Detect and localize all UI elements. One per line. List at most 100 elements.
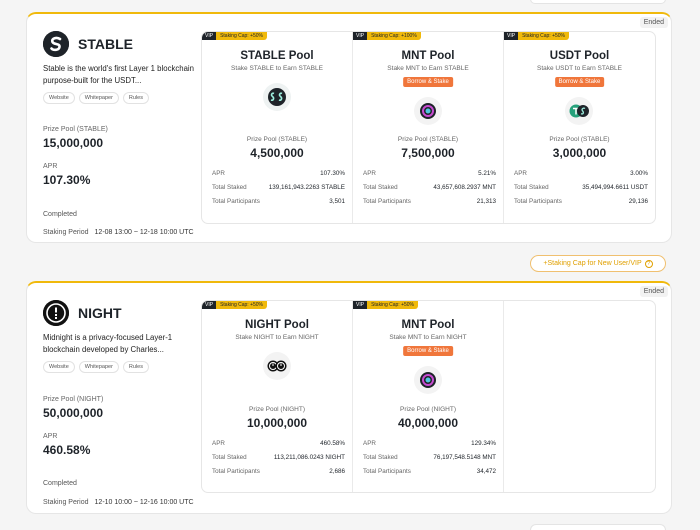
apr-value: 460.58%	[320, 440, 345, 447]
pool-subtitle: Stake MNT to Earn STABLE	[387, 65, 469, 72]
usdt-token-icon	[565, 97, 593, 125]
project-info: STABLE Stable is the world's first Layer…	[43, 30, 208, 236]
pool-title: USDT Pool	[549, 50, 610, 62]
pool-subtitle: Stake NIGHT to Earn NIGHT	[235, 334, 319, 341]
vip-badge: VIP	[504, 32, 519, 40]
apr-value: 460.58%	[43, 443, 91, 457]
prize-pool-label: Prize Pool (NIGHT)	[43, 396, 104, 403]
pool-prize-label: Prize Pool (STABLE)	[397, 136, 459, 143]
whitepaper-link[interactable]: Whitepaper	[78, 92, 119, 104]
pool-staked-row: Total Staked 139,161,943.2263 STABLE	[212, 184, 345, 191]
pool-subtitle: Stake USDT to Earn STABLE	[536, 65, 623, 72]
participants-label: Total Participants	[212, 198, 260, 205]
participants-value: 21,313	[476, 198, 496, 205]
pool-card-mnt[interactable]: VIP Staking Cap: +50% MNT Pool Stake MNT …	[353, 301, 504, 492]
staking-period-value: 12-08 13:00 ~ 12-18 10:00 UTC	[94, 229, 194, 236]
project-card-stable: Ended STABLE Stable is the world's first…	[26, 12, 672, 243]
pools-container: VIP Staking Cap: +50% NIGHT Pool Stake NI…	[201, 300, 656, 493]
website-link[interactable]: Website	[43, 92, 75, 104]
status-badge: Ended	[639, 286, 668, 297]
pool-prize-label: Prize Pool (NIGHT)	[400, 406, 456, 413]
pool-title: MNT Pool	[401, 50, 455, 62]
pool-staked-row: Total Staked 43,657,608.2937 MNT	[363, 184, 496, 191]
whitepaper-link[interactable]: Whitepaper	[78, 361, 119, 373]
total-staked-label: Total Staked	[363, 454, 398, 461]
pool-prize-value: 3,000,000	[552, 146, 607, 160]
pool-participants-row: Total Participants 34,472	[363, 468, 496, 475]
pool-prize-label: Prize Pool (STABLE)	[549, 136, 610, 143]
pool-prize-value: 7,500,000	[401, 146, 455, 160]
apr-value: 107.30%	[320, 170, 345, 177]
apr-value: 107.30%	[43, 173, 91, 187]
pool-apr-row: APR 5.21%	[363, 170, 496, 177]
night-logo-icon	[43, 300, 69, 326]
apr-label: APR	[212, 170, 225, 177]
pool-apr-row: APR 107.30%	[212, 170, 345, 177]
staking-period: Staking Period 12-08 13:00 ~ 12-18 10:00 …	[43, 229, 194, 236]
pool-participants-row: Total Participants 21,313	[363, 198, 496, 205]
pool-participants-row: Total Participants 2,686	[212, 468, 345, 475]
staking-period-label: Staking Period	[43, 229, 89, 236]
pool-prize-value: 4,500,000	[250, 146, 304, 160]
pool-card-night[interactable]: VIP Staking Cap: +50% NIGHT Pool Stake NI…	[202, 301, 353, 492]
total-staked-label: Total Staked	[212, 454, 247, 461]
pool-card-stable[interactable]: VIP Staking Cap: +50% STABLE Pool Stake S…	[202, 32, 353, 223]
completed-status: Completed	[43, 480, 77, 487]
staking-cap-badge: Staking Cap: +50%	[216, 32, 268, 40]
next-card-edge	[530, 524, 666, 530]
borrow-stake-button[interactable]: Borrow & Stake	[403, 346, 453, 356]
pool-apr-row: APR 129.34%	[363, 440, 496, 447]
pool-prize-label: Prize Pool (STABLE)	[246, 136, 308, 143]
rules-link[interactable]: Rules	[122, 361, 149, 373]
staking-cap-badge: Staking Cap: +50%	[216, 301, 268, 309]
status-badge: Ended	[639, 17, 668, 28]
mnt-token-icon	[414, 366, 442, 394]
staking-period-label: Staking Period	[43, 499, 89, 506]
total-staked-value: 113,211,086.0243 NIGHT	[273, 454, 345, 461]
pool-participants-row: Total Participants 3,501	[212, 198, 345, 205]
total-staked-value: 139,161,943.2263 STABLE	[268, 184, 345, 191]
pool-subtitle: Stake STABLE to Earn STABLE	[231, 65, 323, 72]
pool-prize-label: Prize Pool (NIGHT)	[249, 406, 305, 413]
total-staked-label: Total Staked	[514, 184, 549, 191]
total-staked-value: 35,494,994.6611 USDT	[582, 184, 648, 191]
vip-badge: VIP	[202, 32, 217, 40]
pool-card-mnt[interactable]: VIP Staking Cap: +100% MNT Pool Stake MNT…	[353, 32, 504, 223]
empty-pool-slot	[504, 301, 655, 492]
pool-prize-value: 10,000,000	[246, 416, 308, 430]
project-info: NIGHT Midnight is a privacy-focused Laye…	[43, 299, 208, 506]
participants-value: 3,501	[329, 198, 345, 205]
borrow-stake-button[interactable]: Borrow & Stake	[403, 77, 453, 87]
participants-label: Total Participants	[514, 198, 562, 205]
total-staked-label: Total Staked	[363, 184, 398, 191]
apr-value: 5.21%	[478, 170, 496, 177]
pool-subtitle: Stake MNT to Earn NIGHT	[389, 334, 467, 341]
project-description: Midnight is a privacy-focused Layer-1 bl…	[43, 333, 173, 354]
project-card-night: Ended NIGHT Midnight is a privacy-focuse…	[26, 281, 672, 514]
staking-cap-info-button[interactable]: +Staking Cap for New User/VIP ?	[530, 255, 666, 272]
staking-cap-badge: Staking Cap: +50%	[367, 301, 419, 309]
staking-period-value: 12-10 10:00 ~ 12-16 10:00 UTC	[94, 499, 194, 506]
vip-badge: VIP	[353, 301, 368, 309]
website-link[interactable]: Website	[43, 361, 75, 373]
participants-label: Total Participants	[212, 468, 260, 475]
participants-label: Total Participants	[363, 468, 411, 475]
project-name: STABLE	[78, 36, 133, 52]
apr-label: APR	[43, 163, 58, 170]
apr-label: APR	[514, 170, 527, 177]
apr-label: APR	[363, 440, 376, 447]
apr-value: 3.00%	[630, 170, 648, 177]
rules-link[interactable]: Rules	[122, 92, 149, 104]
apr-label: APR	[212, 440, 225, 447]
participants-value: 2,686	[329, 468, 345, 475]
help-icon: ?	[644, 259, 653, 268]
staking-cap-badge: Staking Cap: +100%	[367, 32, 421, 40]
borrow-stake-button[interactable]: Borrow & Stake	[554, 77, 605, 87]
vip-badge: VIP	[353, 32, 368, 40]
pools-container: VIP Staking Cap: +50% STABLE Pool Stake S…	[201, 31, 656, 224]
completed-status: Completed	[43, 211, 77, 218]
prize-pool-value: 50,000,000	[43, 406, 104, 420]
night-token-icon	[263, 352, 291, 380]
pool-card-usdt[interactable]: VIP Staking Cap: +50% USDT Pool Stake USD…	[504, 32, 655, 223]
previous-card-edge	[530, 0, 666, 4]
